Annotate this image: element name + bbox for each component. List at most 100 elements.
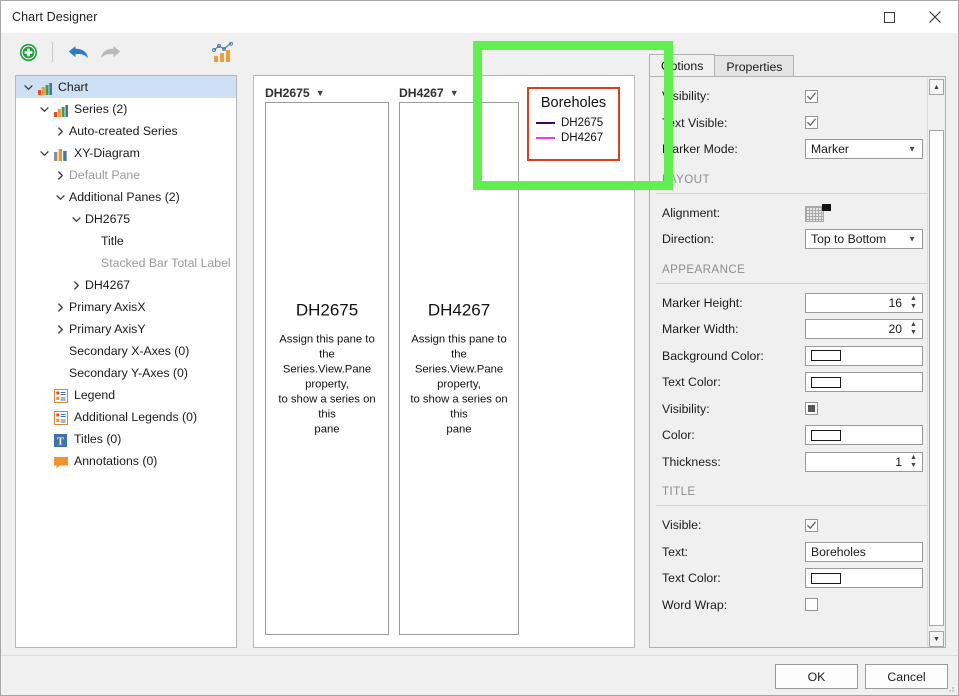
scroll-up-icon[interactable]: ▲ [929,79,944,95]
preview-pane-0[interactable]: DH2675 ▼ DH2675 Assign this pane to theS… [265,84,389,639]
alignment-control[interactable] [805,204,831,222]
pane-header-1[interactable]: DH4267 ▼ [399,84,519,102]
tree-item-dh2675[interactable]: DH2675 [16,208,236,230]
color-picker-text-color[interactable] [805,372,923,392]
chevron-down-icon[interactable]: ▼ [908,145,916,154]
tree-item-default-pane[interactable]: Default Pane [16,164,236,186]
section-divider [656,283,939,284]
chart-element-tree[interactable]: ChartSeries (2)Auto-created Series XY-Dia… [15,75,237,648]
ok-button[interactable]: OK [775,664,858,689]
tree-item-chart[interactable]: Chart [16,76,236,98]
tree-item-label: Additional Panes (2) [68,190,180,204]
properties-scrollbar[interactable]: ▲ ▼ [927,78,944,648]
chevron-right-icon[interactable] [52,299,68,315]
property-row-visibility: Visibility: [650,83,945,110]
legend-entry-0[interactable]: DH2675 [536,117,611,129]
property-label: Direction: [662,232,805,246]
spinner-marker-height[interactable]: 16▲▼ [805,293,923,313]
dropdown-value: Marker [811,142,849,156]
spinner-arrows-icon[interactable]: ▲▼ [908,454,919,470]
tab-properties-label: Properties [726,60,782,74]
checkbox-visibility[interactable] [805,90,818,103]
chevron-down-icon[interactable]: ▼ [450,89,459,98]
tree-item-xy-diagram[interactable]: XY-Diagram [16,142,236,164]
color-swatch [811,377,841,388]
window-controls [866,1,958,33]
tab-properties[interactable]: Properties [714,55,794,77]
color-picker-text-color[interactable] [805,568,923,588]
text-input-text[interactable]: Boreholes [805,542,923,562]
xy-diagram-icon [52,145,69,161]
spinner-arrows-icon[interactable]: ▲▼ [908,321,919,337]
tree-item-label: XY-Diagram [73,146,140,160]
chevron-down-icon[interactable] [36,145,52,161]
chevron-down-icon[interactable] [36,101,52,117]
legend-marker-icon [536,122,555,124]
scrollbar-thumb[interactable] [929,130,944,626]
spinner-marker-width[interactable]: 20▲▼ [805,319,923,339]
chart-preview-panel[interactable]: DH2675 ▼ DH2675 Assign this pane to theS… [253,75,635,648]
color-picker-background-color[interactable] [805,346,923,366]
tree-item-dh4267[interactable]: DH4267 [16,274,236,296]
pane-placeholder-1: DH4267 Assign this pane to theSeries.Vie… [400,300,518,437]
tree-item-label: DH2675 [84,212,130,226]
tree-item-annotations-0[interactable]: Annotations (0) [16,450,236,472]
spinner-arrows-icon[interactable]: ▲▼ [908,295,919,311]
tree-item-series-2[interactable]: Series (2) [16,98,236,120]
tree-item-secondary-y-axes-0[interactable]: Secondary Y-Axes (0) [16,362,236,384]
color-picker-color[interactable] [805,425,923,445]
maximize-icon[interactable] [866,1,912,33]
tree-item-label: DH4267 [84,278,130,292]
close-icon[interactable] [912,1,958,33]
chevron-down-icon[interactable]: ▼ [908,235,916,244]
property-label: Text Color: [662,571,805,585]
property-row-marker-mode: Marker Mode:Marker▼ [650,136,945,163]
pane-header-label: DH2675 [265,86,310,100]
preview-pane-1[interactable]: DH4267 ▼ DH4267 Assign this pane to theS… [399,84,519,639]
tab-options[interactable]: Options [649,54,715,77]
tree-item-legend[interactable]: Legend [16,384,236,406]
resize-grip-icon[interactable] [945,683,955,693]
add-circle-icon[interactable] [15,39,41,65]
chevron-right-icon[interactable] [52,167,68,183]
svg-text:T: T [57,436,64,447]
spinner-value: 1 [895,455,902,469]
chevron-down-icon[interactable] [52,189,68,205]
dropdown-marker-mode[interactable]: Marker ▼ [805,139,923,159]
scroll-down-icon[interactable]: ▼ [929,631,944,647]
legend-preview[interactable]: Boreholes DH2675 DH4267 [527,87,620,161]
tree-item-primary-axisx[interactable]: Primary AxisX [16,296,236,318]
section-divider [656,193,939,194]
tree-item-stacked-bar-total-label[interactable]: Stacked Bar Total Label [16,252,236,274]
chevron-down-icon[interactable] [68,211,84,227]
tree-item-titles-0[interactable]: TTitles (0) [16,428,236,450]
tree-item-additional-panes-2[interactable]: Additional Panes (2) [16,186,236,208]
tree-item-secondary-x-axes-0[interactable]: Secondary X-Axes (0) [16,340,236,362]
chevron-right-icon[interactable] [52,123,68,139]
checkbox-visibility[interactable] [805,402,818,415]
legend-entry-1[interactable]: DH4267 [536,132,611,144]
bar-chart-icon [36,79,53,95]
chevron-down-icon[interactable]: ▼ [316,89,325,98]
checkbox-word-wrap[interactable] [805,598,818,611]
tree-item-title[interactable]: Title [16,230,236,252]
tree-item-primary-axisy[interactable]: Primary AxisY [16,318,236,340]
undo-arrow-icon[interactable] [65,39,91,65]
property-label: Marker Width: [662,322,805,336]
dropdown-direction[interactable]: Top to Bottom▼ [805,229,923,249]
property-row-word-wrap: Word Wrap: [650,592,945,619]
checkbox-visible[interactable] [805,519,818,532]
checkbox-text-visible[interactable] [805,116,818,129]
pane-header-0[interactable]: DH2675 ▼ [265,84,389,102]
annotation-icon [52,453,69,469]
bar-chart-icon [52,101,69,117]
chart-icon[interactable] [210,39,236,65]
spinner-thickness[interactable]: 1 ▲▼ [805,452,923,472]
property-label: Marker Height: [662,296,805,310]
tree-item-additional-legends-0[interactable]: Additional Legends (0) [16,406,236,428]
chevron-right-icon[interactable] [68,277,84,293]
chevron-right-icon[interactable] [52,321,68,337]
chevron-down-icon[interactable] [20,79,36,95]
tree-item-auto-created-series[interactable]: Auto-created Series [16,120,236,142]
cancel-button[interactable]: Cancel [865,664,948,689]
